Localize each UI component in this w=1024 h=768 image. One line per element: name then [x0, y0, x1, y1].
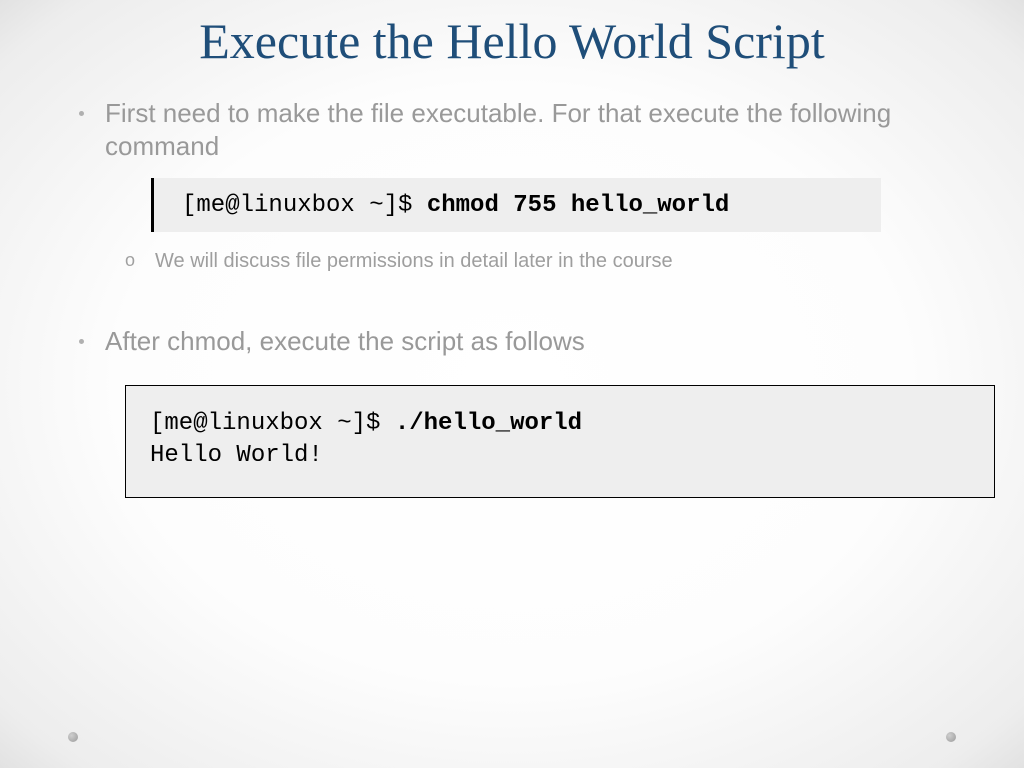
- terminal-command-2: ./hello_world: [395, 410, 582, 437]
- terminal-line-2: [me@linuxbox ~]$ ./hello_world: [150, 408, 970, 440]
- bullet-item-2: After chmod, execute the script as follo…: [75, 325, 949, 498]
- sub-bullet-item: o We will discuss file permissions in de…: [125, 248, 949, 275]
- bullet-item-1: First need to make the file executable. …: [75, 97, 949, 276]
- bullet-text-1: First need to make the file executable. …: [105, 98, 891, 162]
- vertical-spacer: [75, 285, 949, 325]
- sub-bullet-list: o We will discuss file permissions in de…: [105, 248, 949, 275]
- decorative-dot-icon: [68, 732, 78, 742]
- bullet-list-2: After chmod, execute the script as follo…: [75, 325, 949, 498]
- sub-bullet-text: We will discuss file permissions in deta…: [155, 250, 673, 272]
- terminal-output: Hello World!: [150, 440, 970, 472]
- bullet-list: First need to make the file executable. …: [75, 97, 949, 276]
- decorative-dot-icon: [946, 732, 956, 742]
- terminal-line-1: [me@linuxbox ~]$ chmod 755 hello_world: [182, 190, 729, 221]
- terminal-prompt-2: [me@linuxbox ~]$: [150, 410, 395, 437]
- slide-title: Execute the Hello World Script: [75, 10, 949, 73]
- terminal-prompt-1: [me@linuxbox ~]$: [182, 192, 427, 219]
- terminal-block-run: [me@linuxbox ~]$ ./hello_world Hello Wor…: [125, 385, 995, 498]
- terminal-command-1: chmod 755 hello_world: [427, 192, 729, 219]
- bullet-icon: [79, 339, 84, 344]
- sub-bullet-marker: o: [125, 248, 135, 272]
- terminal-block-chmod: [me@linuxbox ~]$ chmod 755 hello_world: [151, 178, 881, 232]
- bullet-text-2: After chmod, execute the script as follo…: [105, 326, 585, 356]
- bullet-icon: [79, 111, 84, 116]
- slide: Execute the Hello World Script First nee…: [0, 0, 1024, 768]
